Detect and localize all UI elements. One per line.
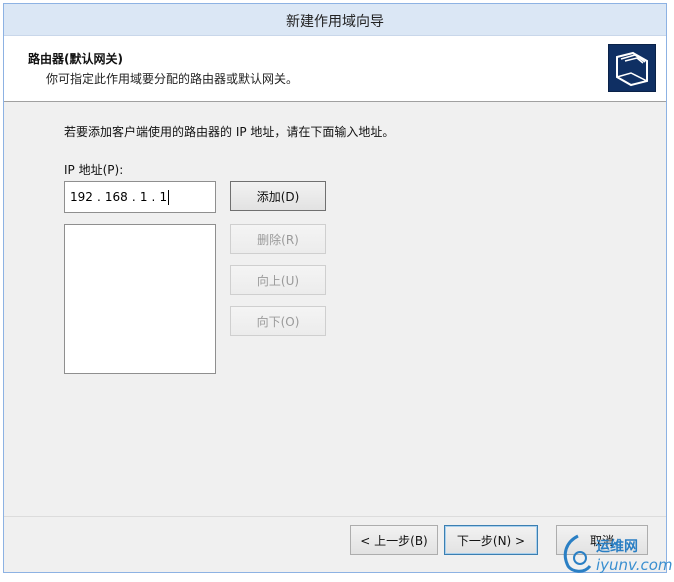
ip-octet-2[interactable]: 168 bbox=[105, 190, 128, 204]
wizard-header: 路由器(默认网关) 你可指定此作用域要分配的路由器或默认网关。 bbox=[4, 36, 666, 102]
remove-button[interactable]: 删除(R) bbox=[230, 224, 326, 254]
footer-divider bbox=[4, 516, 666, 517]
folder-stack-icon bbox=[608, 44, 656, 92]
move-down-button[interactable]: 向下(O) bbox=[230, 306, 326, 336]
page-title: 路由器(默认网关) bbox=[28, 52, 123, 66]
ip-separator: . bbox=[131, 190, 136, 204]
back-button[interactable]: < 上一步(B) bbox=[350, 525, 438, 555]
text-caret bbox=[168, 189, 170, 205]
router-list[interactable] bbox=[64, 224, 216, 374]
ip-octet-4[interactable]: 1 bbox=[159, 190, 167, 204]
watermark-domain: iyunv.com bbox=[596, 556, 673, 574]
watermark-logo-icon bbox=[563, 534, 592, 573]
move-up-button[interactable]: 向上(U) bbox=[230, 265, 326, 295]
ip-octet-1[interactable]: 192 bbox=[70, 190, 93, 204]
watermark-text: 运维网 bbox=[596, 539, 638, 555]
ip-address-label: IP 地址(P): bbox=[64, 163, 124, 177]
window-title: 新建作用域向导 bbox=[286, 14, 384, 30]
add-button[interactable]: 添加(D) bbox=[230, 181, 326, 211]
ip-octet-3[interactable]: 1 bbox=[140, 190, 148, 204]
instruction-text: 若要添加客户端使用的路由器的 IP 地址，请在下面输入地址。 bbox=[64, 125, 395, 139]
page-subtitle: 你可指定此作用域要分配的路由器或默认网关。 bbox=[46, 72, 299, 86]
wizard-window: 新建作用域向导 路由器(默认网关) 你可指定此作用域要分配的路由器或默认网关。 … bbox=[3, 3, 667, 573]
next-button[interactable]: 下一步(N) > bbox=[444, 525, 538, 555]
ip-address-input[interactable]: 192 . 168 . 1 . 1 bbox=[64, 181, 216, 213]
ip-separator: . bbox=[96, 190, 101, 204]
site-watermark: 运维网 iyunv.com bbox=[558, 532, 673, 578]
title-bar[interactable]: 新建作用域向导 bbox=[4, 4, 666, 36]
ip-separator: . bbox=[151, 190, 156, 204]
